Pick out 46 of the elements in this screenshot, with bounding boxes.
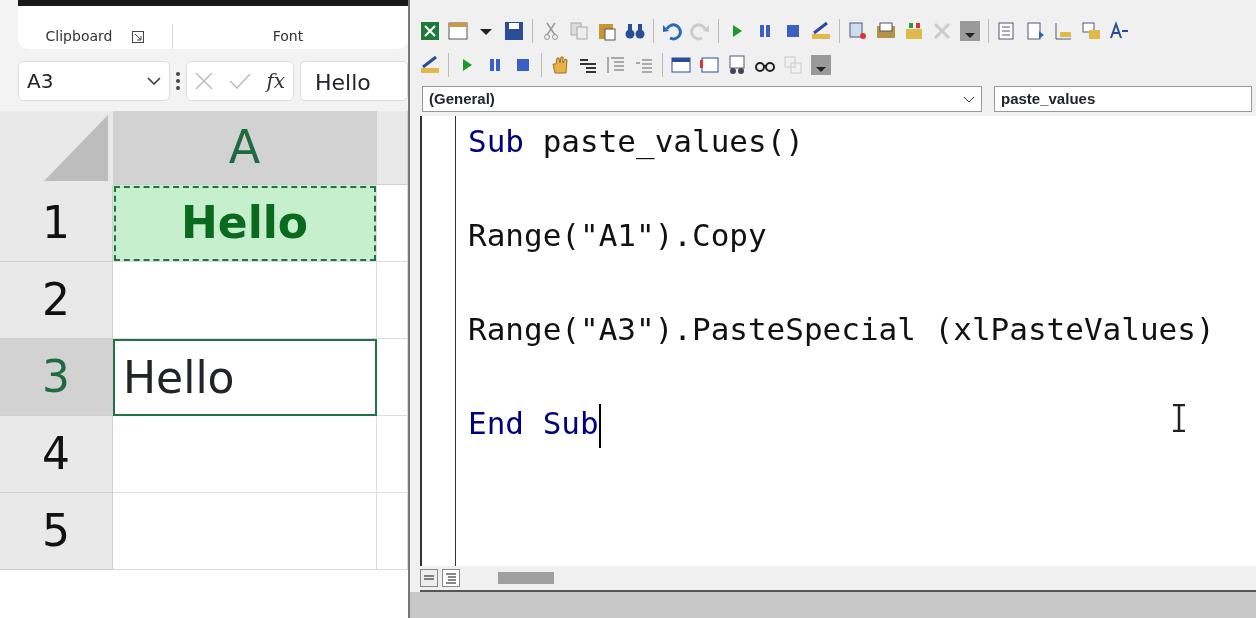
dialog-launcher-icon[interactable]	[132, 30, 145, 43]
spreadsheet-cell[interactable]	[113, 262, 377, 339]
text-cursor-icon	[1172, 404, 1186, 432]
code-line: Range("A1").Copy	[468, 217, 767, 253]
more-icon[interactable]	[811, 55, 831, 75]
formula-input[interactable]: Hello	[300, 61, 408, 101]
spreadsheet-cell[interactable]	[113, 416, 377, 493]
name-box[interactable]: A3	[18, 61, 170, 101]
module-view-icon[interactable]	[442, 569, 460, 587]
procedure-dropdown[interactable]: paste_values	[994, 86, 1252, 112]
ribbon-group-label: Font	[272, 27, 304, 46]
window-icon[interactable]	[671, 55, 691, 75]
spreadsheet-cell[interactable]	[113, 493, 377, 570]
row-header[interactable]: 2	[0, 262, 113, 339]
column-header[interactable]: A	[113, 111, 377, 185]
row-header[interactable]: 5	[0, 493, 113, 570]
paste-icon[interactable]	[597, 21, 617, 41]
chevron-down-icon	[963, 95, 975, 103]
form-icon[interactable]	[448, 21, 468, 41]
name-box-text: A3	[27, 68, 54, 95]
spreadsheet-cell[interactable]: Hello	[113, 339, 377, 416]
row-header[interactable]: 3	[0, 339, 113, 416]
dropdown-text: paste_values	[1001, 88, 1096, 109]
spreadsheet-cell[interactable]: Hello	[113, 185, 377, 262]
save-icon[interactable]	[504, 21, 524, 41]
code-line: End Sub	[468, 405, 599, 441]
list-icon[interactable]	[997, 21, 1017, 41]
code-line: Sub paste_values()	[468, 123, 804, 159]
row-header[interactable]: 1	[0, 185, 113, 262]
ribbon-group-label: Clipboard	[45, 27, 113, 46]
insert-function-button[interactable]: fx	[266, 66, 286, 96]
chevron-down-icon	[147, 77, 161, 85]
scrollbar-thumb[interactable]	[498, 572, 554, 584]
hand-icon[interactable]	[550, 55, 570, 75]
code-line: Range("A3").PasteSpecial (xlPasteValues)	[468, 311, 1215, 347]
checkmark-icon[interactable]	[228, 73, 251, 89]
more-icon[interactable]	[960, 21, 980, 41]
object-dropdown[interactable]: (General)	[422, 86, 982, 112]
scissors-icon[interactable]	[541, 21, 561, 41]
undo-icon[interactable]	[662, 21, 682, 41]
dropdown-text: (General)	[429, 88, 495, 109]
more-options-icon[interactable]	[176, 72, 180, 90]
procedure-view-icon[interactable]	[420, 569, 438, 587]
cancel-icon[interactable]	[194, 72, 213, 90]
row-header[interactable]: 4	[0, 416, 113, 493]
binoculars-icon[interactable]	[625, 21, 645, 41]
